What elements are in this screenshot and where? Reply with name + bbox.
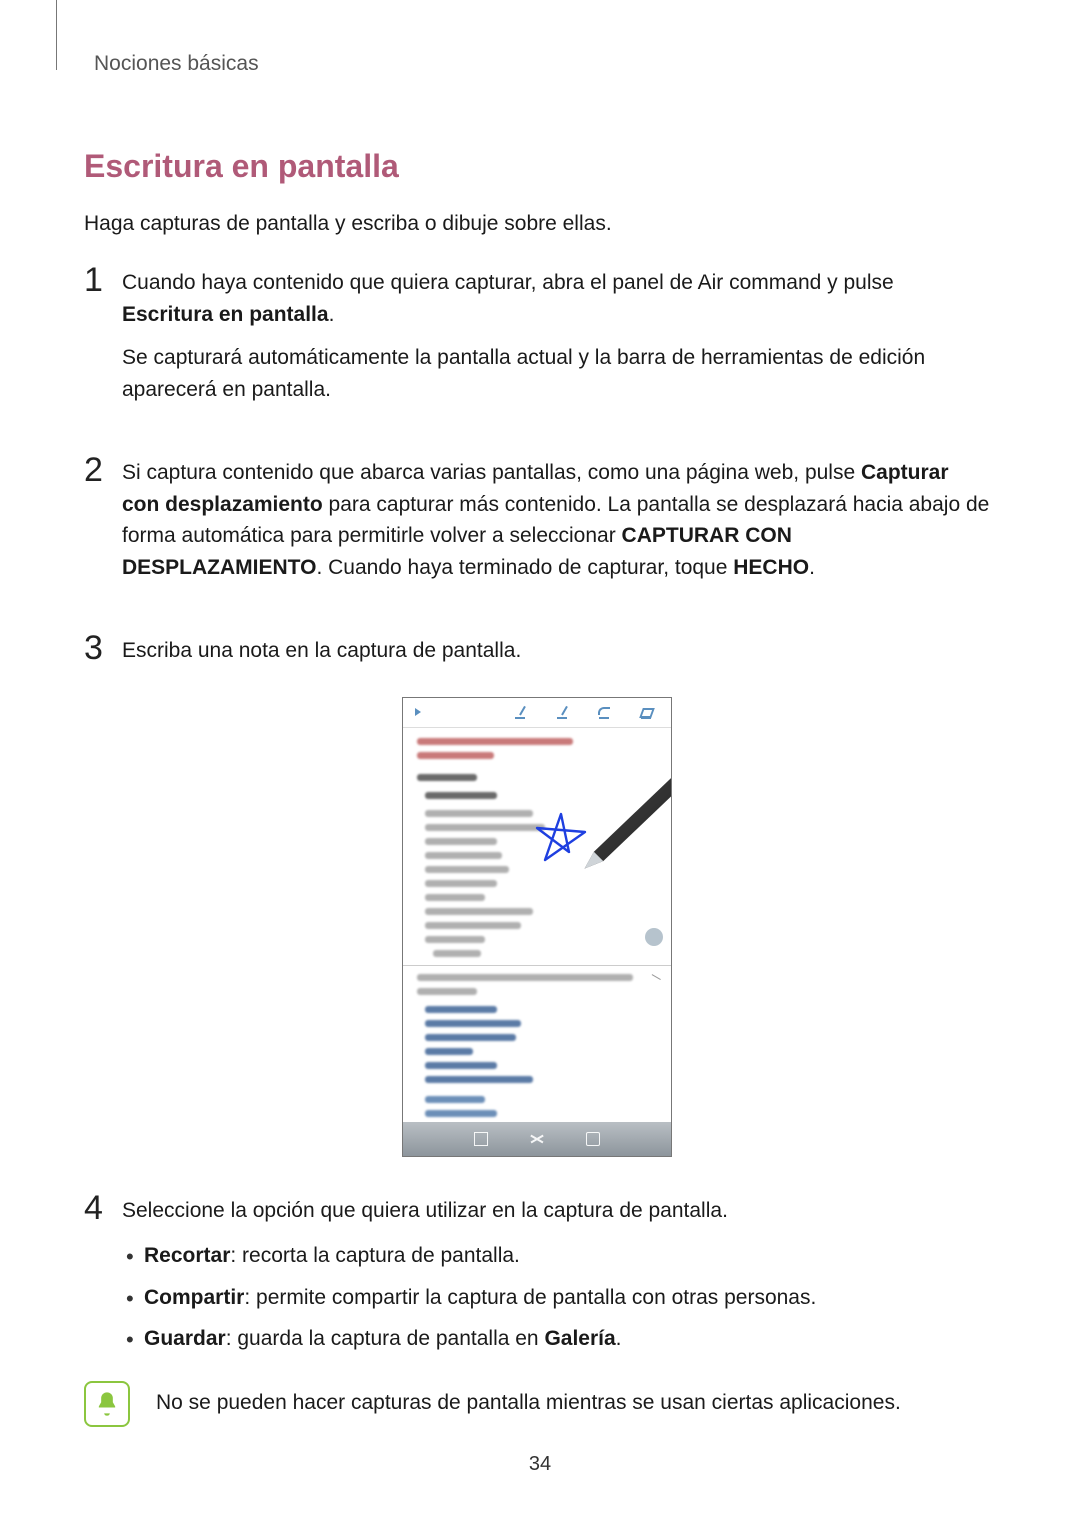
text: . Cuando haya terminado de capturar, toq… [316,556,733,579]
bullet-term: Compartir [144,1286,244,1309]
note-bell-icon [84,1381,130,1427]
bullet-item: Guardar: guarda la captura de pantalla e… [144,1323,990,1355]
highlighter-tool-icon [555,705,569,719]
intro-text: Haga capturas de pantalla y escriba o di… [84,208,990,240]
bullet-text: : recorta la captura de pantalla. [230,1244,520,1267]
bullet-term: Guardar [144,1327,226,1350]
text: Se capturará automáticamente la pantalla… [122,342,990,405]
step-number: 4 [84,1191,122,1225]
pen-mark-icon [647,974,661,988]
eraser-tool-icon [639,705,653,719]
manual-page: Nociones básicas Escritura en pantalla H… [0,0,1080,1527]
text: Cuando haya contenido que quiera captura… [122,271,894,294]
pen-tool-icon [513,705,527,719]
step-3: 3 Escriba una nota en la captura de pant… [84,635,990,679]
page-number: 34 [0,1449,1080,1479]
text: . [329,303,335,326]
breadcrumb: Nociones básicas [94,48,990,80]
bold-text: HECHO [733,556,809,579]
text: Escriba una nota en la captura de pantal… [122,635,990,667]
text: . [809,556,815,579]
bottom-action-bar [403,1122,671,1156]
undo-icon [597,705,611,719]
crop-icon [474,1132,488,1146]
bullet-item: Compartir: permite compartir la captura … [144,1282,990,1314]
bullet-text: : permite compartir la captura de pantal… [244,1286,816,1309]
save-icon [586,1132,600,1146]
step-2: 2 Si captura contenido que abarca varias… [84,457,990,595]
step-1: 1 Cuando haya contenido que quiera captu… [84,267,990,417]
handwriting-scribble [531,810,591,870]
bullet-text: : guarda la captura de pantalla en [226,1327,545,1350]
step-body: Escriba una nota en la captura de pantal… [122,635,990,679]
step-body: Seleccione la opción que quiera utilizar… [122,1195,990,1365]
step-body: Cuando haya contenido que quiera captura… [122,267,990,417]
bullet-text: . [616,1327,622,1350]
bold-text: Galería [544,1327,615,1350]
section-title: Escritura en pantalla [84,142,990,190]
floating-badge-icon [645,928,663,946]
chevron-right-icon [415,708,421,716]
share-icon [530,1132,544,1146]
annotation-toolbar [403,698,671,728]
captured-content [403,728,671,1122]
step-number: 1 [84,263,122,297]
step-body: Si captura contenido que abarca varias p… [122,457,990,595]
option-bullets: Recortar: recorta la captura de pantalla… [122,1240,990,1355]
note-text: No se pueden hacer capturas de pantalla … [156,1379,990,1419]
bullet-item: Recortar: recorta la captura de pantalla… [144,1240,990,1272]
phone-mockup [402,697,672,1157]
step-4: 4 Seleccione la opción que quiera utiliz… [84,1195,990,1365]
text: Si captura contenido que abarca varias p… [122,461,861,484]
header-rule [56,0,57,70]
bullet-term: Recortar [144,1244,230,1267]
note-callout: No se pueden hacer capturas de pantalla … [84,1379,990,1427]
steps-list: 1 Cuando haya contenido que quiera captu… [84,267,990,1365]
screenshot-illustration [84,697,990,1157]
step-number: 2 [84,453,122,487]
text: Seleccione la opción que quiera utilizar… [122,1195,990,1227]
step-number: 3 [84,631,122,665]
bold-text: Escritura en pantalla [122,303,329,326]
